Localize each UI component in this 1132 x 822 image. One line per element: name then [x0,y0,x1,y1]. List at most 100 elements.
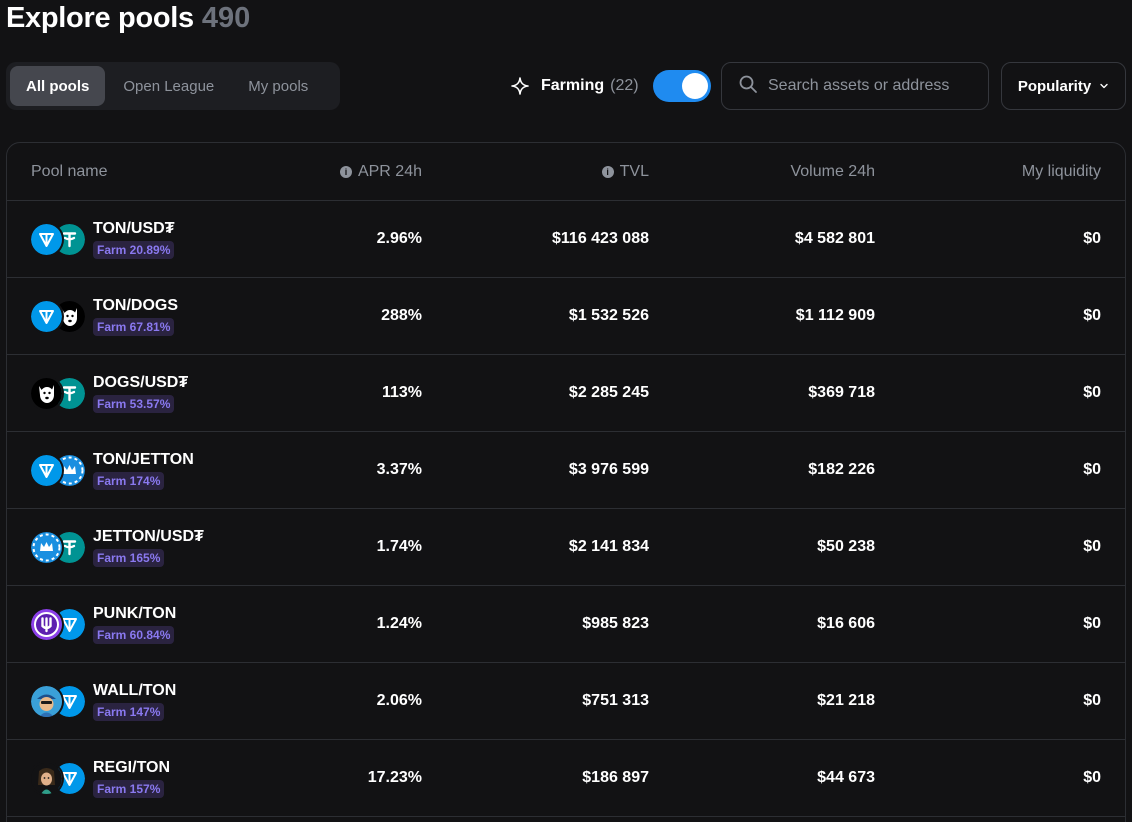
pair-name: TON/JETTON [93,450,194,468]
pool-tabs: All pools Open League My pools [6,62,340,110]
volume-cell: $44 673 [817,769,875,786]
pool-name-cell: JETTON/USD₮ Farm 165% [7,528,282,567]
pair-icons [31,530,87,564]
pool-name-cell: TON/DOGS Farm 67.81% [7,297,282,336]
liquidity-cell: $0 [1083,615,1101,632]
tvl-cell: $3 976 599 [568,461,649,478]
farm-badge: Farm 174% [93,471,165,490]
sparkle-icon [510,76,530,96]
farm-badge: Farm 67.81% [93,317,175,336]
table-row[interactable]: WALL/TON Farm 147% 2.06% $751 313 $21 21… [7,663,1125,740]
search-box [721,62,989,110]
apr-cell: 113% [381,384,422,401]
liquidity-cell: $0 [1083,538,1101,555]
table-row[interactable]: TON/DOGS Farm 67.81% 288% $1 532 526 $1 … [7,278,1125,355]
tab-open-league[interactable]: Open League [107,66,230,106]
tvl-cell: $985 823 [582,615,649,632]
pair-name: JETTON/USD₮ [93,527,204,545]
tvl-cell: $2 141 834 [568,538,649,555]
pool-name-cell: PUNK/TON Farm 60.84% [7,605,282,644]
farming-count: (22) [610,77,639,94]
sort-dropdown[interactable]: Popularity [1001,62,1126,110]
volume-cell: $50 238 [817,538,875,555]
column-apr-label: APR 24h [357,162,422,180]
tvl-cell: $1 532 526 [568,307,649,324]
column-tvl-label: TVL [619,162,649,180]
pair-icons [31,453,87,487]
tab-my-pools[interactable]: My pools [232,66,324,106]
column-apr[interactable]: i APR 24h [282,163,422,181]
pair-name: PUNK/TON [93,604,177,622]
liquidity-cell: $0 [1083,769,1101,786]
apr-cell: 2.96% [376,230,422,247]
pool-name-cell: TON/USD₮ Farm 20.89% [7,220,282,259]
table-row[interactable]: REGI/TON Farm 157% 17.23% $186 897 $44 6… [7,740,1125,817]
volume-cell: $16 606 [817,615,875,632]
volume-cell: $369 718 [808,384,875,401]
dogs-icon [31,378,62,409]
farming-label: Farming [541,77,605,94]
table-header: Pool name i APR 24h i TVL Volume 24h My … [7,143,1125,201]
sort-label: Popularity [1017,77,1092,95]
pair-name: REGI/TON [93,758,171,776]
column-tvl[interactable]: i TVL [422,163,649,181]
volume-cell: $182 226 [808,461,875,478]
table-row[interactable]: TON/USD₮ Farm 20.89% 2.96% $116 423 088 … [7,201,1125,278]
pool-name-cell: REGI/TON Farm 157% [7,759,282,798]
pair-name: WALL/TON [93,681,177,699]
pair-icons [31,684,87,718]
chevron-down-icon [1099,78,1109,95]
pool-name-cell: WALL/TON Farm 147% [7,682,282,721]
volume-cell: $1 112 909 [795,307,875,324]
page-header: Explore pools 490 [6,2,250,38]
volume-cell: $4 582 801 [794,230,875,247]
apr-cell: 2.06% [376,692,422,709]
tvl-cell: $751 313 [582,692,649,709]
pair-info: JETTON/USD₮ Farm 165% [93,528,204,567]
tvl-cell: $186 897 [582,769,649,786]
farm-badge: Farm 165% [93,548,165,567]
jetton-icon [31,532,62,563]
column-pool-name[interactable]: Pool name [7,163,282,181]
table-row[interactable]: TON/JETTON Farm 174% 3.37% $3 976 599 $1… [7,432,1125,509]
pair-info: DOGS/USD₮ Farm 53.57% [93,374,188,413]
info-icon: i [339,165,352,178]
liquidity-cell: $0 [1083,384,1101,401]
column-liquidity[interactable]: My liquidity [875,163,1101,181]
pair-info: REGI/TON Farm 157% [93,759,170,798]
table-row[interactable]: PUNK/TON Farm 60.84% 1.24% $985 823 $16 … [7,586,1125,663]
pair-name: TON/USD₮ [93,219,175,237]
tvl-cell: $2 285 245 [568,384,649,401]
apr-cell: 3.37% [376,461,422,478]
regi-icon [31,763,62,794]
page-title: Explore pools [6,2,194,34]
pair-icons [31,607,87,641]
pair-info: WALL/TON Farm 147% [93,682,176,721]
pool-name-cell: DOGS/USD₮ Farm 53.57% [7,374,282,413]
table-row[interactable]: DOGS/USD₮ Farm 53.57% 113% $2 285 245 $3… [7,355,1125,432]
farming-toggle[interactable] [652,70,711,102]
punk-icon [31,609,62,640]
search-input[interactable] [768,77,978,95]
tab-all-pools[interactable]: All pools [10,66,106,106]
ton-icon [31,301,62,332]
wall-icon [31,686,62,717]
farm-badge: Farm 60.84% [93,625,175,644]
pair-icons [31,222,87,256]
ton-icon [31,455,62,486]
table-row[interactable]: JETTON/USD₮ Farm 165% 1.74% $2 141 834 $… [7,509,1125,586]
pair-name: DOGS/USD₮ [93,373,189,391]
pair-icons [31,299,87,333]
farming-filter: Farming (22) [510,70,711,102]
pools-table: Pool name i APR 24h i TVL Volume 24h My … [6,142,1126,822]
pair-icons [31,376,87,410]
column-volume[interactable]: Volume 24h [649,163,875,181]
pair-info: TON/DOGS Farm 67.81% [93,297,178,336]
pool-count: 490 [201,2,251,34]
search-icon [738,74,758,99]
farm-badge: Farm 157% [93,779,165,798]
pair-info: TON/JETTON Farm 174% [93,451,194,490]
liquidity-cell: $0 [1083,692,1101,709]
volume-cell: $21 218 [817,692,875,709]
apr-cell: 288% [381,307,422,324]
